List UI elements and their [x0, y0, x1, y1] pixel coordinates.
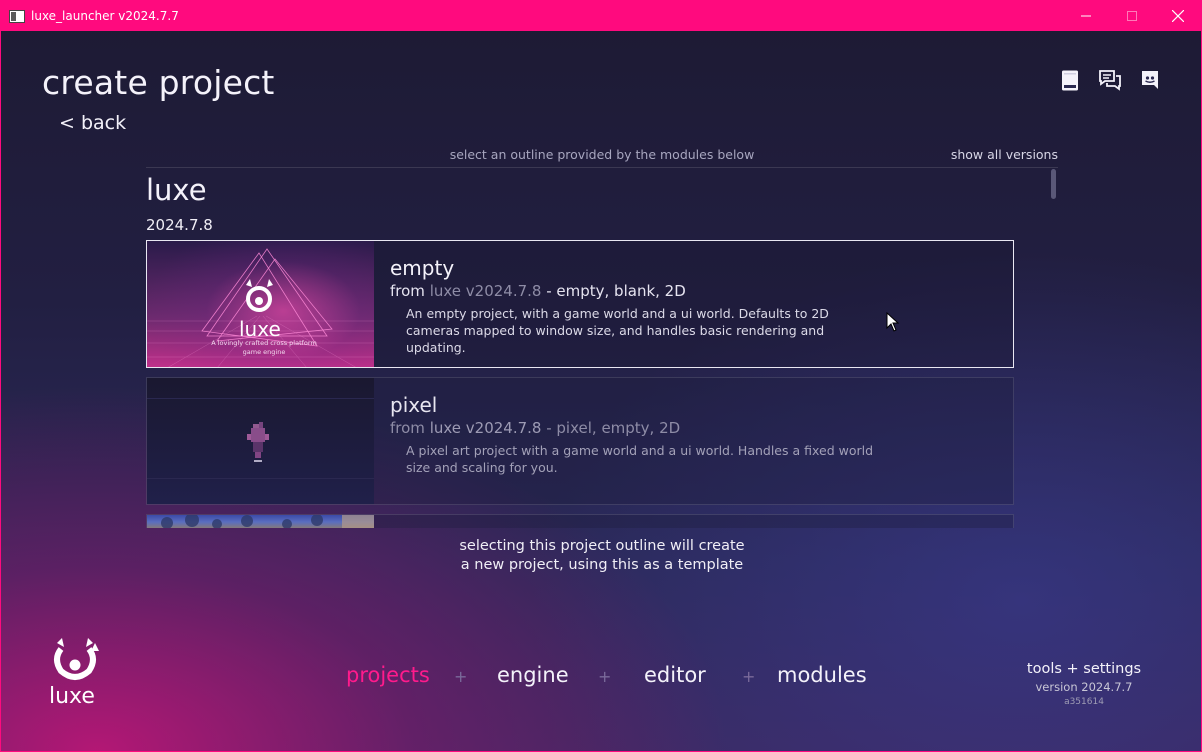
outline-card-partial[interactable] [146, 514, 1014, 528]
outline-thumbnail: luxe A lovingly crafted cross platform g… [147, 241, 374, 367]
outline-description: A pixel art project with a game world an… [406, 443, 874, 475]
tools-settings[interactable]: tools + settings version 2024.7.7 a35161… [1024, 661, 1144, 707]
discord-icon[interactable] [1139, 69, 1161, 91]
source-version: luxe v2024.7.8 [429, 282, 542, 300]
outline-thumbnail [147, 515, 374, 528]
nav-editor[interactable]: editor [644, 663, 706, 687]
outline-source: from luxe v2024.7.8 - empty, blank, 2D [390, 282, 686, 300]
back-link[interactable]: < back [59, 112, 126, 134]
source-version: luxe v2024.7.8 [429, 419, 542, 437]
outline-header: select an outline provided by the module… [146, 147, 1058, 168]
outline-hint: select an outline provided by the module… [449, 147, 755, 162]
outline-source: from luxe v2024.7.8 - pixel, empty, 2D [390, 419, 680, 437]
outline-description: An empty project, with a game world and … [406, 306, 829, 355]
minimize-icon [1081, 15, 1091, 17]
outline-tags: - pixel, empty, 2D [541, 419, 681, 437]
thumbnail-tagline: A lovingly crafted cross platform game e… [211, 339, 317, 356]
app-icon [9, 9, 25, 23]
scrollbar-thumb[interactable] [1051, 169, 1056, 199]
outline-title: pixel [390, 393, 438, 417]
close-icon [1172, 10, 1184, 22]
title-bar[interactable]: luxe_launcher v2024.7.7 [1, 1, 1201, 31]
minimize-button[interactable] [1063, 1, 1109, 31]
selection-note-line-1: selecting this project outline will crea… [459, 538, 745, 554]
nav-engine[interactable]: engine [497, 663, 569, 687]
outline-tags: - empty, blank, 2D [541, 282, 686, 300]
main-nav: projects + engine + editor + modules [1, 663, 1201, 693]
module-version: 2024.7.8 [146, 216, 213, 234]
show-all-versions-link[interactable]: show all versions [951, 147, 1058, 162]
chat-icon[interactable] [1099, 69, 1121, 91]
page-title: create project [42, 63, 275, 102]
nav-projects[interactable]: projects [346, 663, 430, 687]
source-prefix: from [390, 282, 430, 300]
nav-separator: + [454, 667, 468, 686]
outline-thumbnail [147, 378, 374, 504]
module-name: luxe [146, 173, 207, 207]
maximize-button[interactable] [1109, 1, 1155, 31]
app-version: version 2024.7.7 [1035, 680, 1133, 694]
launcher-window: luxe_launcher v2024.7.7 create project <… [0, 0, 1202, 752]
outline-card-empty[interactable]: luxe A lovingly crafted cross platform g… [146, 240, 1014, 368]
nav-separator: + [742, 667, 756, 686]
window-title: luxe_launcher v2024.7.7 [31, 9, 179, 23]
thumbnail-logo-text: luxe [239, 317, 281, 341]
build-hash: a351614 [1064, 697, 1104, 707]
outline-title: empty [390, 256, 455, 280]
top-icons [1059, 69, 1161, 91]
outline-card-pixel[interactable]: pixel from luxe v2024.7.8 - pixel, empty… [146, 377, 1014, 505]
nav-separator: + [598, 667, 612, 686]
nav-modules[interactable]: modules [777, 663, 867, 687]
selection-note-line-2: a new project, using this as a template [460, 557, 744, 573]
close-button[interactable] [1155, 1, 1201, 31]
mouse-cursor-icon [886, 312, 900, 332]
selection-note: selecting this project outline will crea… [1, 537, 1201, 575]
maximize-icon [1127, 11, 1137, 21]
tools-settings-label[interactable]: tools + settings [1024, 661, 1144, 677]
source-prefix: from [390, 419, 430, 437]
book-icon[interactable] [1059, 69, 1081, 91]
